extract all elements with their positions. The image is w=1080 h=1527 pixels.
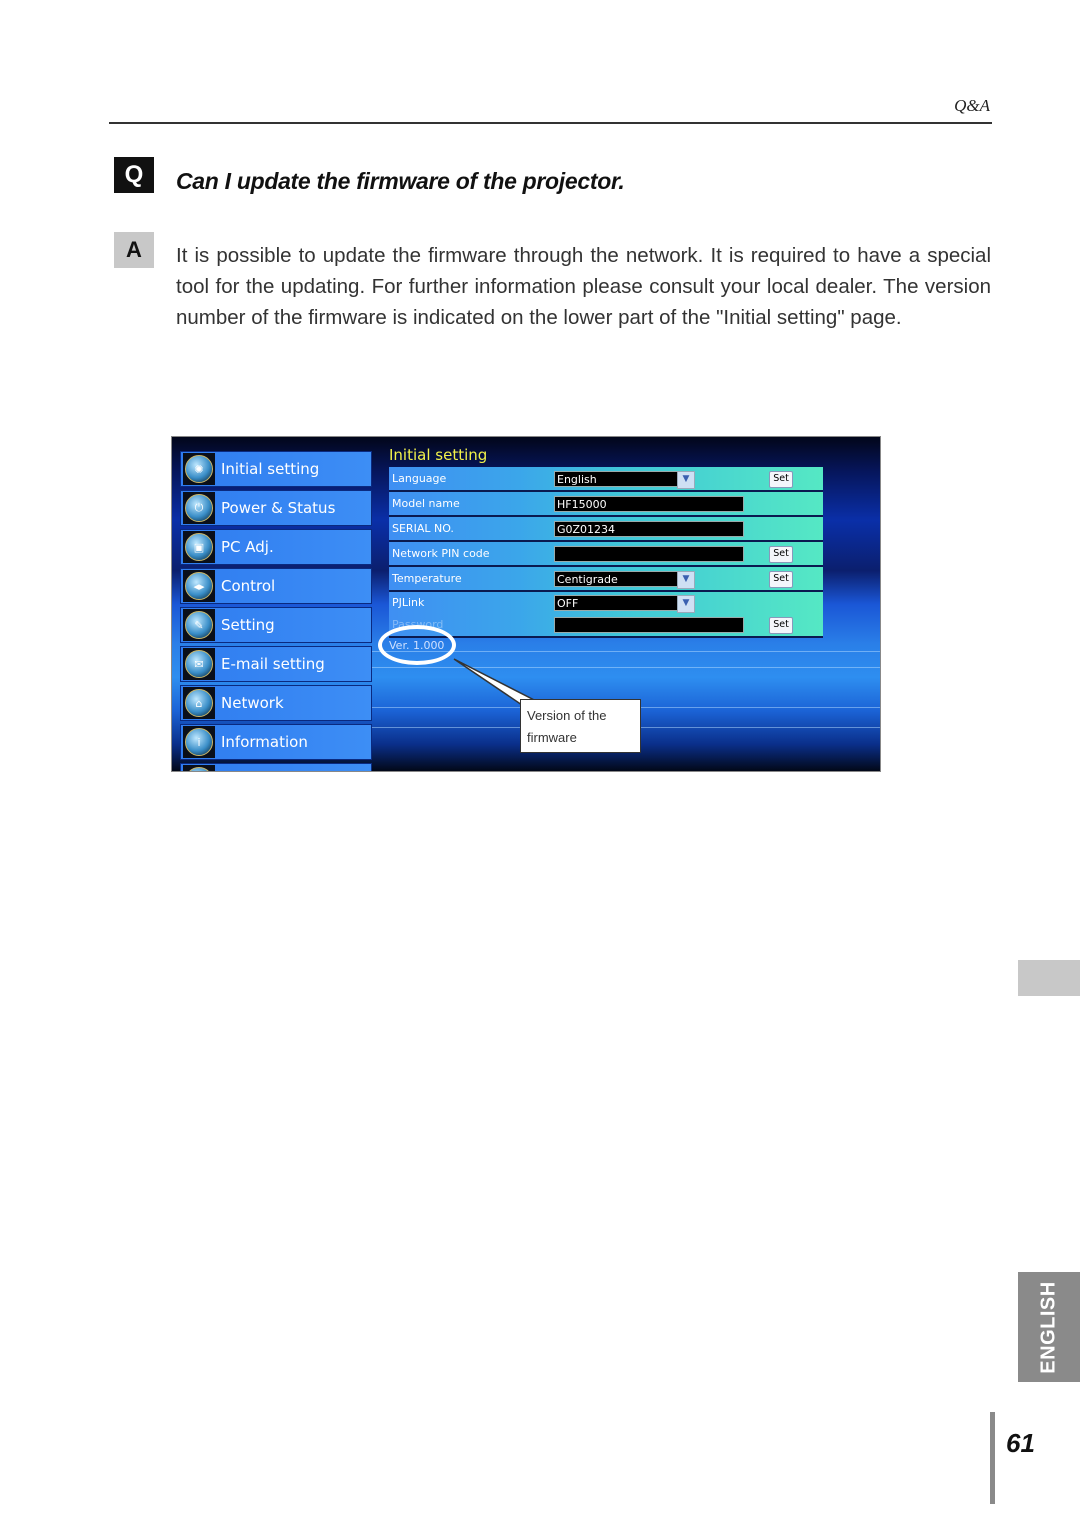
callout-box: Version of the firmware — [520, 699, 641, 753]
page-number: 61 — [1006, 1428, 1035, 1458]
callout-line-2: firmware — [527, 730, 577, 745]
callout-line-1: Version of the — [527, 708, 607, 723]
answer-badge: A — [114, 232, 154, 268]
section-label: Q&A — [954, 96, 990, 115]
question-badge: Q — [114, 157, 154, 193]
header-rule — [109, 122, 992, 124]
answer-text: It is possible to update the firmware th… — [176, 244, 991, 329]
chapter-tab — [1018, 960, 1080, 996]
web-control-screenshot: ✺ Initial setting ⏻ Power & Status ▣ PC … — [171, 436, 881, 772]
question-title: Can I update the firmware of the project… — [176, 168, 625, 194]
language-tab-label: ENGLISH — [1037, 1280, 1060, 1374]
page-number-bar — [990, 1412, 995, 1504]
language-tab: ENGLISH — [1018, 1272, 1080, 1382]
